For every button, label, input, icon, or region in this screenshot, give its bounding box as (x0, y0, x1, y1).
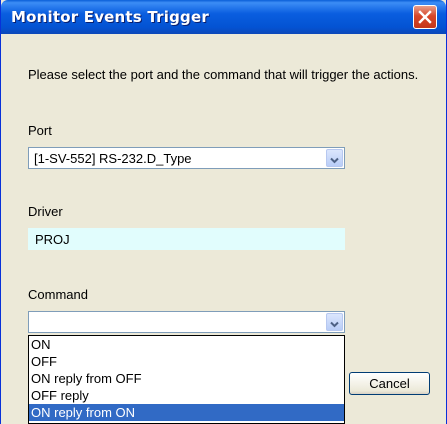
port-dropdown-button[interactable] (326, 149, 343, 167)
close-icon (418, 10, 432, 24)
cancel-button[interactable]: Cancel (349, 372, 430, 395)
command-option[interactable]: OFF (29, 353, 344, 370)
port-select[interactable]: [1-SV-552] RS-232.D_Type (28, 147, 345, 169)
close-button[interactable] (413, 5, 437, 29)
driver-label: Driver (28, 204, 63, 219)
command-dropdown-button[interactable] (326, 313, 343, 331)
command-option-highlighted[interactable]: ON reply from ON (29, 404, 344, 421)
command-option[interactable]: OFF reply (29, 387, 344, 404)
window-title: Monitor Events Trigger (11, 8, 209, 26)
command-option[interactable]: ON reply from OFF (29, 370, 344, 387)
chevron-down-icon (330, 149, 339, 168)
dialog-window: Monitor Events Trigger Please select the… (0, 0, 447, 424)
command-label: Command (28, 287, 88, 302)
chevron-down-icon (330, 313, 339, 332)
command-dropdown-list[interactable]: ON OFF ON reply from OFF OFF reply ON re… (28, 335, 345, 424)
driver-value: PROJ (35, 232, 70, 247)
port-label: Port (28, 123, 52, 138)
title-bar[interactable]: Monitor Events Trigger (1, 0, 446, 34)
port-value: [1-SV-552] RS-232.D_Type (34, 151, 192, 166)
instructions-text: Please select the port and the command t… (28, 67, 419, 82)
command-select[interactable] (28, 311, 345, 333)
driver-field: PROJ (28, 228, 345, 250)
command-option[interactable]: ON (29, 336, 344, 353)
